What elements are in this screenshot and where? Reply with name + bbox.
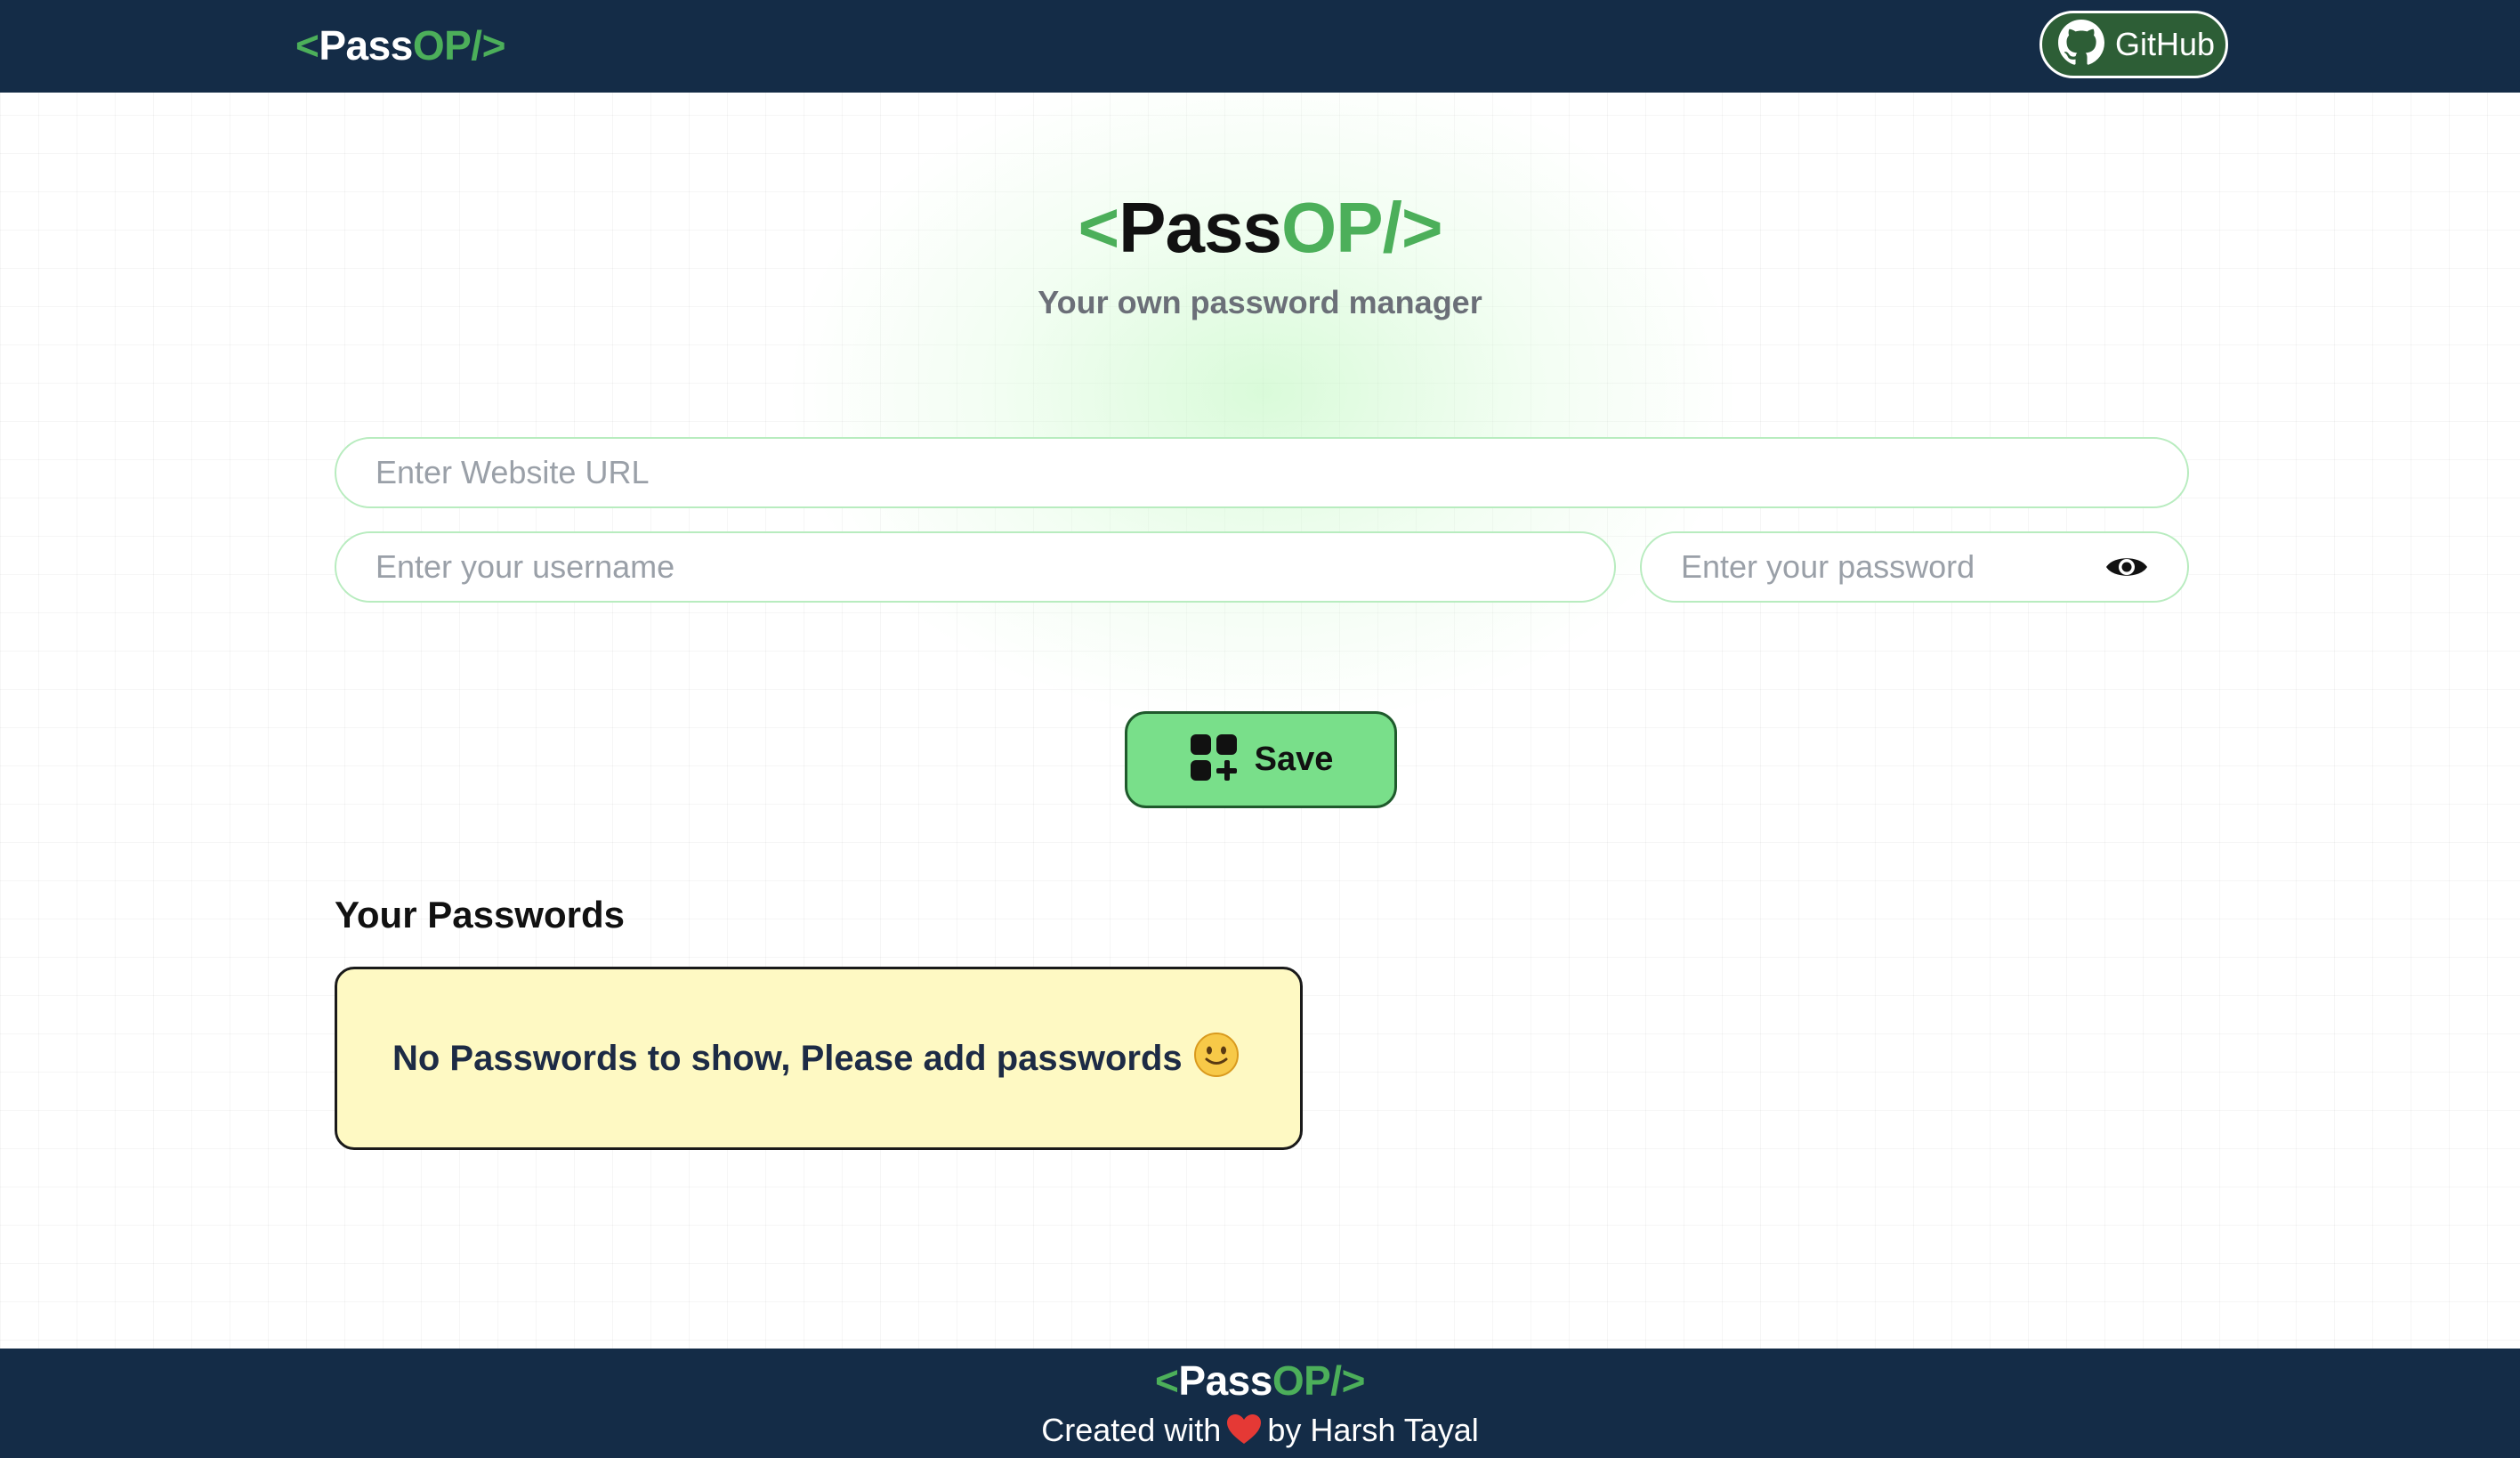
page-subtitle: Your own password manager: [1038, 284, 1482, 320]
footer-logo-op: OP/: [1272, 1357, 1342, 1404]
github-icon: [2058, 19, 2104, 70]
passwords-heading: Your Passwords: [335, 894, 625, 936]
footer-logo-open: <: [1155, 1357, 1179, 1404]
title-open-bracket: <: [1078, 188, 1119, 267]
heart-icon: [1226, 1413, 1262, 1446]
footer-credit: Created with by Harsh Tayal: [0, 1411, 2520, 1450]
logo-close-bracket: >: [481, 22, 506, 69]
username-input[interactable]: [335, 531, 1616, 603]
empty-passwords-message: No Passwords to show, Please add passwor…: [335, 967, 1303, 1150]
footer-logo: <PassOP/>: [0, 1356, 2520, 1405]
footer: <PassOP/> Created with by Harsh Tayal: [0, 1349, 2520, 1458]
navbar: <PassOP/> GitHub: [0, 0, 2520, 93]
credit-before-text: Created with: [1041, 1412, 1222, 1448]
add-grid-icon: [1189, 733, 1239, 787]
logo-pass: Pass: [319, 22, 413, 69]
github-label: GitHub: [2115, 26, 2216, 62]
save-label: Save: [1254, 741, 1334, 778]
github-button[interactable]: GitHub: [2039, 11, 2228, 78]
eye-icon[interactable]: [2104, 549, 2150, 585]
website-url-input[interactable]: [335, 437, 2189, 508]
credit-after-text: by Harsh Tayal: [1267, 1412, 1479, 1448]
smiley-icon: [1193, 1032, 1240, 1078]
title-close-bracket: >: [1401, 188, 1443, 267]
save-button[interactable]: Save: [1125, 711, 1397, 808]
title-pass: Pass: [1119, 188, 1282, 267]
title-op: OP/: [1281, 188, 1402, 267]
logo-op: OP/: [412, 22, 482, 69]
page-title: <PassOP/>: [0, 187, 2520, 269]
footer-logo-close: >: [1341, 1357, 1366, 1404]
logo-open-bracket: <: [295, 22, 319, 69]
navbar-logo[interactable]: <PassOP/>: [295, 20, 505, 71]
background-glow: [783, 53, 1744, 730]
footer-logo-pass: Pass: [1178, 1357, 1272, 1404]
empty-message-text: No Passwords to show, Please add passwor…: [392, 1038, 1183, 1078]
